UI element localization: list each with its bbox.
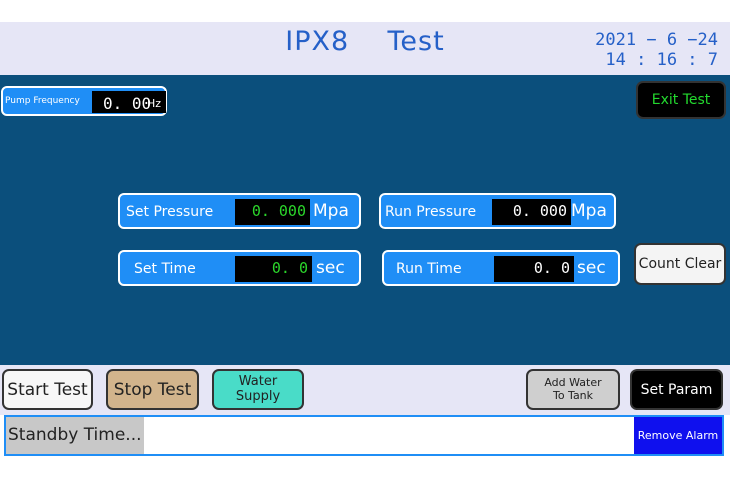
run-time-label: Run Time bbox=[396, 261, 462, 277]
set-param-button[interactable]: Set Param bbox=[630, 369, 723, 410]
set-pressure-value[interactable]: 0. 000 bbox=[235, 199, 310, 225]
count-clear-button[interactable]: Count Clear bbox=[634, 243, 726, 285]
pump-frequency-display: Pump Frequency 0. 00 Hz bbox=[1, 86, 167, 116]
main-panel bbox=[0, 75, 730, 365]
set-time-value[interactable]: 0. 0 bbox=[235, 256, 312, 282]
water-supply-button[interactable]: Water Supply bbox=[212, 369, 304, 410]
set-pressure-label: Set Pressure bbox=[126, 204, 214, 220]
pump-frequency-unit: Hz bbox=[147, 97, 162, 110]
start-test-button[interactable]: Start Test bbox=[2, 369, 93, 410]
status-text: Standby Time... bbox=[8, 425, 142, 445]
run-pressure-unit: Mpa bbox=[571, 201, 607, 221]
run-time-value: 0. 0 bbox=[494, 256, 574, 282]
pump-frequency-value: 0. 00 bbox=[103, 94, 152, 113]
date-display: 2021 − 6 −24 bbox=[595, 30, 718, 50]
run-pressure-display: Run Pressure 0. 000 Mpa bbox=[379, 193, 616, 229]
set-time-unit: sec bbox=[316, 258, 345, 278]
status-bar: Standby Time... Remove Alarm bbox=[4, 415, 724, 456]
exit-test-button[interactable]: Exit Test bbox=[636, 81, 726, 119]
pump-frequency-label: Pump Frequency bbox=[5, 96, 80, 106]
time-display: 14 : 16 : 7 bbox=[605, 50, 718, 70]
stop-test-button[interactable]: Stop Test bbox=[106, 369, 199, 410]
set-time-label: Set Time bbox=[134, 261, 196, 277]
run-time-display: Run Time 0. 0 sec bbox=[382, 250, 620, 286]
remove-alarm-button[interactable]: Remove Alarm bbox=[634, 417, 722, 454]
run-pressure-label: Run Pressure bbox=[385, 204, 477, 220]
run-pressure-value: 0. 000 bbox=[492, 199, 571, 225]
set-pressure-display[interactable]: Set Pressure 0. 000 Mpa bbox=[118, 193, 361, 229]
run-time-unit: sec bbox=[577, 258, 606, 278]
set-time-display[interactable]: Set Time 0. 0 sec bbox=[118, 250, 361, 286]
add-water-to-tank-button[interactable]: Add Water To Tank bbox=[526, 369, 620, 410]
set-pressure-unit: Mpa bbox=[313, 201, 349, 221]
